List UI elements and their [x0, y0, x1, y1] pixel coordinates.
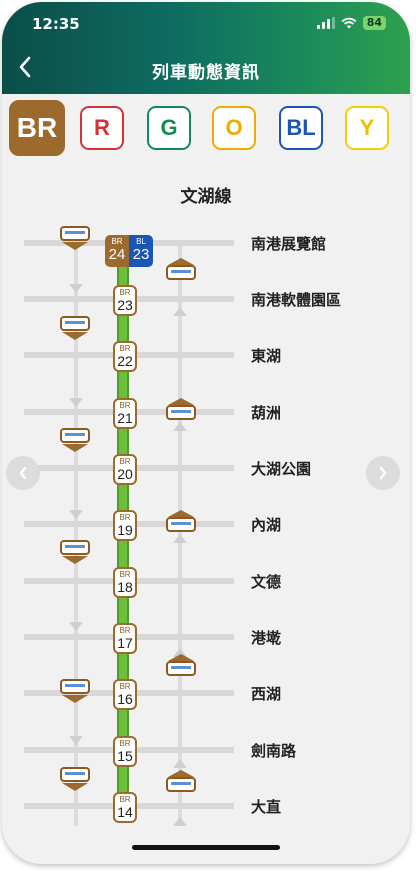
- route-diagram: 南港展覽館 南港軟體園區 BR 23 東湖 BR 22 葫洲 BR 21 大湖公園 BR 20 內湖 BR 1…: [2, 2, 410, 864]
- station-number: 15: [117, 748, 133, 764]
- down-arrow-icon: [69, 736, 83, 745]
- station-badge: BR 15: [113, 736, 137, 767]
- station-name[interactable]: 葫洲: [251, 402, 281, 423]
- station-name[interactable]: 東湖: [251, 345, 281, 366]
- train-southbound-icon: [58, 539, 92, 565]
- train-northbound-icon: [164, 654, 198, 680]
- train-southbound-icon: [58, 315, 92, 341]
- train-northbound-icon: [164, 258, 198, 284]
- transfer-left-line: BR: [111, 237, 123, 246]
- station-name[interactable]: 內湖: [251, 514, 281, 535]
- next-arrow-button[interactable]: [366, 456, 400, 490]
- station-line-code: BR: [119, 570, 131, 579]
- chevron-right-icon: [379, 466, 387, 480]
- station-badge: BR 23: [113, 285, 137, 316]
- home-indicator: [132, 845, 280, 850]
- down-arrow-icon: [69, 398, 83, 407]
- down-arrow-icon: [69, 622, 83, 631]
- station-badge: BR 14: [113, 792, 137, 823]
- station-number: 17: [117, 635, 133, 651]
- train-northbound-icon: [164, 510, 198, 536]
- down-arrow-icon: [69, 284, 83, 293]
- transfer-left-num: 24: [108, 246, 126, 263]
- station-name[interactable]: 劍南路: [251, 740, 296, 761]
- station-number: 22: [117, 353, 133, 369]
- station-line-code: BR: [119, 682, 131, 691]
- station-line-code: BR: [119, 288, 131, 297]
- up-arrow-icon: [173, 817, 187, 826]
- station-number: 16: [117, 691, 133, 707]
- up-arrow-icon: [173, 759, 187, 768]
- train-southbound-icon: [58, 766, 92, 792]
- station-badge: BR 17: [113, 623, 137, 654]
- phone-screen: 12:35 84 列車動態資訊 BR R G O BL Y 文湖線 南港展覽館 …: [2, 2, 410, 864]
- station-name[interactable]: 西湖: [251, 683, 281, 704]
- train-southbound-icon: [58, 427, 92, 453]
- chevron-left-icon: [19, 466, 27, 480]
- station-line-code: BR: [119, 795, 131, 804]
- station-number: 23: [117, 297, 133, 313]
- station-name[interactable]: 文德: [251, 571, 281, 592]
- station-line-code: BR: [119, 401, 131, 410]
- station-name[interactable]: 港墘: [251, 627, 281, 648]
- station-name[interactable]: 大直: [251, 796, 281, 817]
- station-line-code: BR: [119, 626, 131, 635]
- station-line-code: BR: [119, 344, 131, 353]
- station-line-code: BR: [119, 739, 131, 748]
- transfer-right-line: BL: [136, 237, 146, 246]
- down-arrow-icon: [69, 510, 83, 519]
- station-number: 21: [117, 410, 133, 426]
- station-line-code: BR: [119, 513, 131, 522]
- transfer-right-num: 23: [132, 246, 150, 263]
- up-arrow-icon: [173, 307, 187, 316]
- train-northbound-icon: [164, 398, 198, 424]
- station-name[interactable]: 大湖公園: [251, 458, 311, 479]
- station-number: 20: [117, 466, 133, 482]
- station-badge: BR 20: [113, 454, 137, 485]
- station-number: 14: [117, 804, 133, 820]
- station-number: 18: [117, 579, 133, 595]
- station-badge: BR 22: [113, 341, 137, 372]
- station-badge: BR 19: [113, 510, 137, 541]
- train-southbound-icon: [58, 225, 92, 251]
- station-name[interactable]: 南港軟體園區: [251, 289, 341, 310]
- station-badge: BR 16: [113, 679, 137, 710]
- station-badge: BR 21: [113, 398, 137, 429]
- station-name[interactable]: 南港展覽館: [251, 233, 326, 254]
- prev-arrow-button[interactable]: [6, 456, 40, 490]
- train-northbound-icon: [164, 770, 198, 796]
- station-number: 19: [117, 522, 133, 538]
- station-badge: BR 18: [113, 567, 137, 598]
- station-line-code: BR: [119, 457, 131, 466]
- transfer-badge: BR 24 BL 23: [105, 235, 153, 267]
- train-southbound-icon: [58, 678, 92, 704]
